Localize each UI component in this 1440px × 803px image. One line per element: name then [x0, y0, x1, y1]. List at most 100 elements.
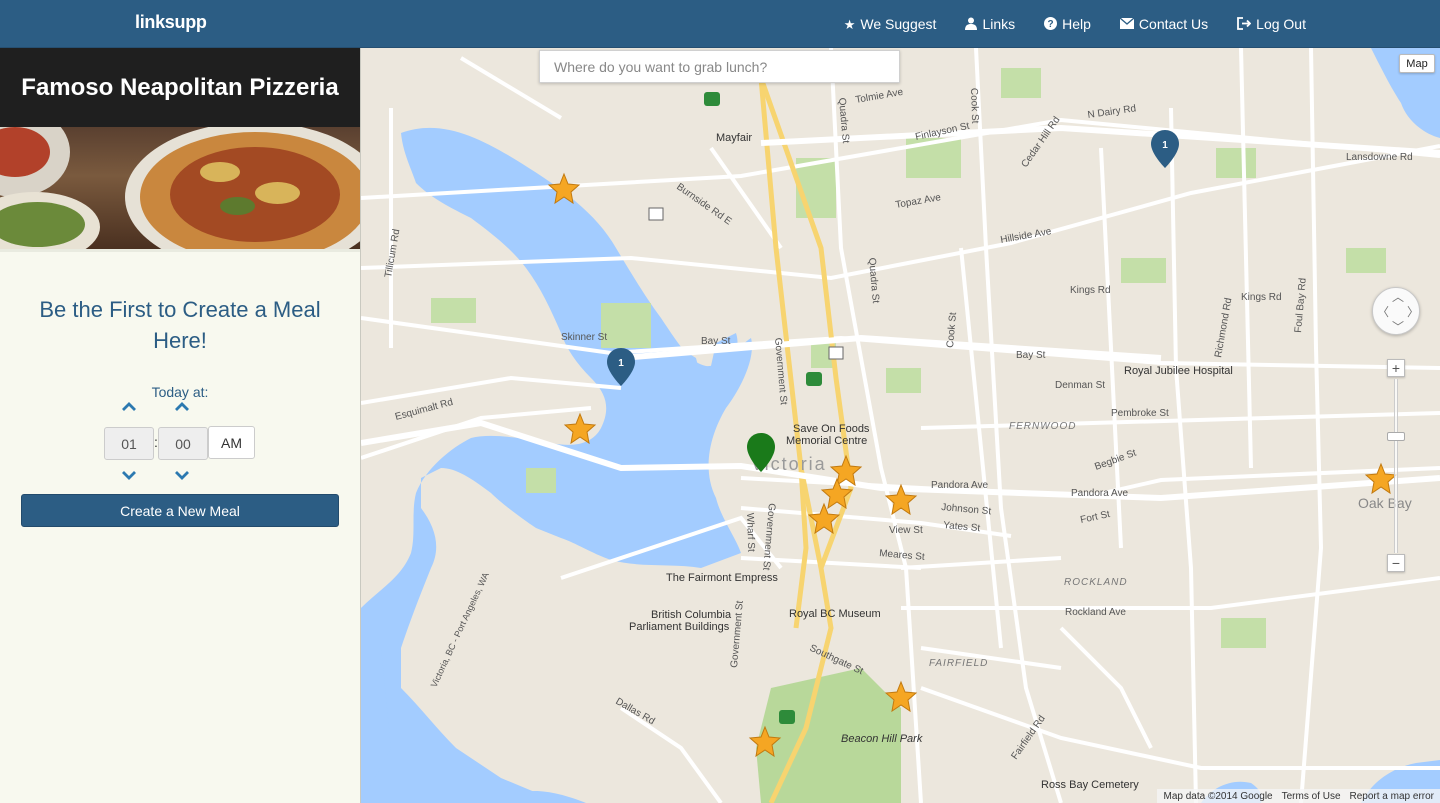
brand-logo[interactable]: linksupp	[135, 12, 207, 33]
street-label: Topaz Ave	[895, 192, 943, 211]
restaurant-name: Famoso Neapolitan Pizzeria	[21, 73, 339, 101]
nav-links[interactable]: Links	[965, 16, 1015, 32]
place-label: Mayfair	[716, 132, 752, 144]
zoom-slider-handle[interactable]	[1387, 432, 1405, 441]
time-picker: 01 : 00 AM	[104, 396, 264, 486]
location-search-input[interactable]	[539, 50, 900, 83]
street-label: Pandora Ave	[931, 480, 989, 491]
cluster-count: 1	[618, 358, 624, 369]
street-label: Burnside Rd E	[674, 181, 733, 227]
street-label: Johnson St	[941, 502, 992, 517]
street-label: Skinner St	[561, 332, 607, 343]
street-label: Richmond Rd	[1213, 297, 1234, 359]
pan-right-icon[interactable]: 〉	[1407, 306, 1419, 318]
envelope-icon	[1119, 17, 1135, 31]
top-navbar: linksupp ★ We Suggest Links ? Help Conta…	[0, 0, 1440, 48]
zoom-control: + −	[1387, 359, 1405, 572]
pan-down-icon[interactable]: ﹀	[1392, 321, 1404, 333]
street-label: Cook St	[968, 88, 980, 124]
ferry-route-label: Victoria, BC - Port Angeles, WA	[429, 571, 491, 689]
street-label: Bay St	[701, 336, 731, 347]
zoom-in-button[interactable]: +	[1387, 359, 1405, 377]
street-label: Dallas Rd	[614, 696, 657, 727]
place-label: Royal Jubilee Hospital	[1124, 365, 1233, 377]
restaurant-photo	[0, 127, 360, 249]
place-label: The Fairmont Empress	[666, 572, 778, 584]
street-label: Pembroke St	[1111, 408, 1169, 419]
hour-decrement-button[interactable]	[104, 467, 154, 483]
street-label: Esquimalt Rd	[394, 397, 454, 423]
ampm-toggle[interactable]: AM	[208, 426, 255, 459]
chevron-down-icon	[122, 471, 136, 480]
street-label: Wharf St	[744, 513, 756, 552]
neighbourhood-label: FAIRFIELD	[929, 658, 988, 669]
street-label: Southgate St	[808, 643, 865, 677]
map-attribution: Map data ©2014 Google Terms of Use Repor…	[1157, 789, 1440, 803]
hour-input[interactable]: 01	[104, 427, 154, 460]
minute-input[interactable]: 00	[158, 427, 208, 460]
nav-label: Links	[982, 16, 1016, 32]
street-label: Yates St	[943, 520, 981, 534]
terms-of-use-link[interactable]: Terms of Use	[1282, 791, 1341, 802]
street-label: Fort St	[1079, 509, 1111, 526]
chevron-up-icon	[122, 402, 136, 411]
street-label: Denman St	[1055, 380, 1105, 391]
nav-we-suggest[interactable]: ★ We Suggest	[844, 16, 937, 32]
street-label: Tillicum Rd	[383, 228, 402, 278]
minute-increment-button[interactable]	[157, 398, 207, 414]
nav-contact-us[interactable]: Contact Us	[1119, 16, 1209, 32]
logout-icon	[1237, 16, 1252, 32]
nav-label: Log Out	[1256, 16, 1306, 32]
place-label: Ross Bay Cemetery	[1041, 779, 1139, 791]
neighbourhood-label: ROCKLAND	[1064, 577, 1128, 588]
street-label: Foul Bay Rd	[1293, 277, 1309, 333]
place-label: Beacon Hill Park	[841, 733, 923, 745]
chevron-up-icon	[175, 402, 189, 411]
hour-increment-button[interactable]	[104, 398, 154, 414]
minute-decrement-button[interactable]	[157, 467, 207, 483]
nav-label: We Suggest	[860, 16, 937, 32]
street-label: Tolmie Ave	[855, 87, 905, 106]
street-label: Kings Rd	[1070, 285, 1111, 296]
pan-control[interactable]: ︿ ﹀ 〈 〉	[1372, 287, 1420, 335]
street-label: View St	[889, 525, 923, 536]
nav-label: Contact Us	[1138, 16, 1209, 32]
street-label: Hillside Ave	[1000, 226, 1053, 246]
restaurant-hero: Famoso Neapolitan Pizzeria	[0, 48, 360, 249]
street-label: Government St	[729, 600, 746, 668]
zoom-slider-track[interactable]	[1394, 379, 1398, 553]
divider	[0, 249, 360, 252]
chevron-down-icon	[175, 471, 189, 480]
nav-log-out[interactable]: Log Out	[1237, 16, 1306, 32]
street-label: Quadra St	[866, 257, 881, 304]
street-label: Bay St	[1016, 350, 1046, 361]
create-meal-headline: Be the First to Create a Meal Here!	[39, 297, 321, 353]
place-label: Royal BC Museum	[789, 608, 881, 620]
star-marker[interactable]	[563, 412, 597, 445]
place-label: Save On Foods	[793, 423, 870, 435]
street-label: N Dairy Rd	[1087, 103, 1137, 121]
zoom-out-button[interactable]: −	[1387, 554, 1405, 572]
cluster-marker[interactable]: 1	[1151, 130, 1179, 168]
map-type-button[interactable]: Map	[1399, 54, 1435, 73]
street-label: Kings Rd	[1241, 292, 1282, 303]
restaurant-title-bar: Famoso Neapolitan Pizzeria	[0, 48, 360, 127]
map-canvas[interactable]: Finlayson St Hillside Ave Bay St Bay St …	[361, 48, 1440, 803]
map-tiles[interactable]: Finlayson St Hillside Ave Bay St Bay St …	[361, 48, 1440, 803]
nav-help[interactable]: ? Help	[1044, 16, 1091, 32]
main-nav: ★ We Suggest Links ? Help Contact Us Log…	[844, 0, 1306, 48]
nav-label: Help	[1062, 16, 1091, 32]
create-meal-button[interactable]: Create a New Meal	[21, 494, 339, 527]
place-label: Memorial Centre	[786, 435, 867, 447]
street-label: Meares St	[879, 548, 926, 563]
report-map-error-link[interactable]: Report a map error	[1350, 791, 1434, 802]
user-icon	[965, 17, 978, 32]
place-label: British Columbia	[651, 609, 732, 621]
place-label: Parliament Buildings	[629, 621, 730, 633]
meal-sidebar: Famoso Neapolitan Pizzeria Be the First …	[0, 48, 361, 803]
pan-left-icon[interactable]: 〈	[1377, 306, 1389, 318]
pan-up-icon[interactable]: ︿	[1392, 291, 1404, 303]
map-data-credit: Map data ©2014 Google	[1163, 790, 1273, 802]
question-icon: ?	[1044, 16, 1058, 32]
cluster-count: 1	[1162, 140, 1168, 151]
